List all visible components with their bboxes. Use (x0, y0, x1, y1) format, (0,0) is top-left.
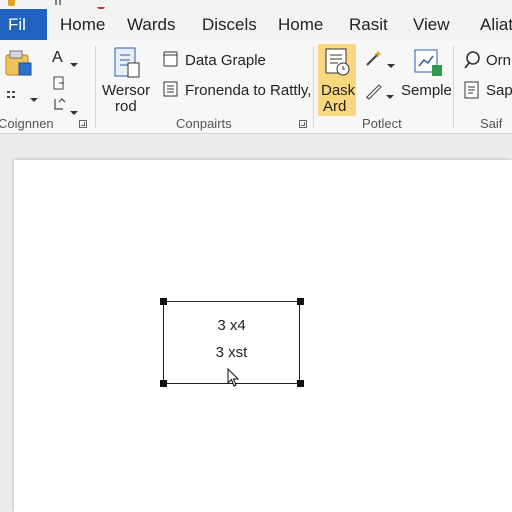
resize-handle-top-right[interactable] (297, 298, 304, 305)
group-separator (95, 46, 96, 128)
document-small-icon[interactable] (52, 76, 66, 95)
tab-aliati[interactable]: Aliati (480, 9, 512, 40)
group-label-conpairts: Conpairts (176, 116, 232, 131)
font-size-button[interactable]: A (52, 49, 63, 67)
group-separator (313, 46, 314, 128)
pencil-icon[interactable] (364, 80, 384, 105)
ribbon-tabs: Fil Home Wards Discels Home Rasit View A… (0, 9, 512, 40)
search-icon[interactable] (463, 50, 483, 75)
dask-button-line2[interactable]: Ard (323, 98, 346, 115)
tab-home-2[interactable]: Home (278, 9, 323, 40)
fronenda-button[interactable]: Fronenda to Rattly, (185, 82, 311, 99)
document-lines-icon[interactable] (463, 80, 481, 105)
tab-rasit[interactable]: Rasit (349, 9, 388, 40)
group-label-coignnen: Coignnen (0, 116, 54, 131)
group-separator (453, 46, 454, 128)
tab-wards[interactable]: Wards (127, 9, 176, 40)
chevron-down-icon[interactable] (387, 56, 395, 74)
format-painter-icon[interactable] (6, 87, 28, 105)
group-label-saif: Saif (480, 116, 503, 131)
table-icon[interactable] (163, 81, 179, 103)
wersor-button-line2[interactable]: rod (115, 98, 137, 115)
redo-icon[interactable] (96, 0, 106, 12)
resize-handle-bottom-left[interactable] (160, 380, 167, 387)
group-label-potlect: Potlect (362, 116, 402, 131)
group-launcher-icon[interactable] (299, 120, 307, 128)
tab-view[interactable]: View (413, 9, 450, 40)
chart-icon[interactable] (412, 47, 444, 84)
wersor-button-line1[interactable]: Wersor (102, 82, 150, 99)
chevron-down-icon[interactable] (30, 90, 38, 108)
folder-icon[interactable] (4, 49, 34, 84)
chevron-down-icon[interactable] (70, 103, 78, 121)
chevron-down-icon[interactable] (386, 87, 394, 105)
resize-handle-top-left[interactable] (160, 298, 167, 305)
tab-file[interactable]: Fil (0, 9, 47, 40)
chevron-down-icon[interactable] (70, 55, 78, 73)
clipboard-icon[interactable] (112, 45, 142, 86)
tab-discels[interactable]: Discels (202, 9, 257, 40)
data-graph-icon[interactable] (163, 51, 179, 73)
quick-access-toolbar (0, 0, 512, 12)
dask-button-line1[interactable]: Dask (321, 82, 355, 99)
magic-wand-icon[interactable] (364, 48, 384, 73)
ribbon: A Coignnen Wersor rod Data Graple Fronen… (0, 40, 512, 134)
sap-button[interactable]: Sap (486, 82, 512, 99)
text-box-line-1: 3 x4 (217, 317, 246, 334)
text-box-line-2: 3 xst (215, 344, 248, 361)
sort-icon[interactable] (52, 97, 66, 116)
tab-home[interactable]: Home (60, 9, 105, 40)
semple-button[interactable]: Semple (401, 82, 452, 99)
cursor-icon (227, 367, 241, 393)
resize-handle-bottom-right[interactable] (297, 380, 304, 387)
page-clock-icon[interactable] (323, 47, 351, 82)
orn-button[interactable]: Orn (486, 52, 511, 69)
save-icon[interactable] (8, 0, 15, 6)
group-launcher-icon[interactable] (79, 120, 87, 128)
data-graple-button[interactable]: Data Graple (185, 52, 266, 69)
undo-icon[interactable] (55, 0, 65, 6)
